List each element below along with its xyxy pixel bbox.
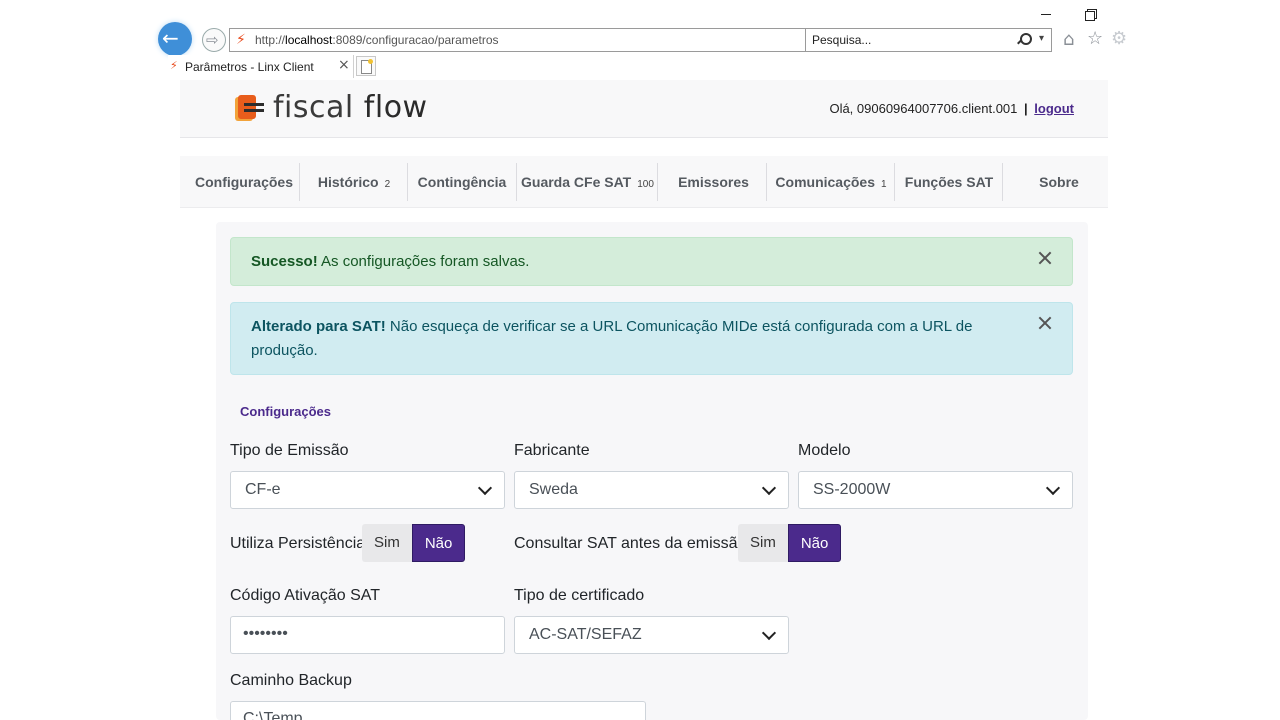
tipo-certificado-label: Tipo de certificado <box>514 587 645 604</box>
persistencia-nao-button[interactable]: Não <box>411 524 466 562</box>
success-alert: Sucesso! As configurações foram salvas. <box>230 237 1073 286</box>
new-tab-button[interactable] <box>356 56 376 76</box>
search-dropdown-icon[interactable]: ▾ <box>1039 33 1044 44</box>
config-card: Sucesso! As configurações foram salvas. … <box>216 222 1088 720</box>
home-icon[interactable]: ⌂ <box>1063 30 1074 50</box>
tipo-emissao-select[interactable]: CF-e <box>230 471 505 509</box>
minimize-window-button[interactable] <box>1040 8 1052 20</box>
chevron-down-icon <box>761 480 777 496</box>
nav-count-badge: 1 <box>881 179 887 190</box>
browser-tab-active[interactable]: ⚡ Parâmetros - Linx Client × <box>168 55 354 78</box>
user-greeting: Olá, 09060964007706.client.001 | logout <box>829 101 1074 116</box>
favorites-star-icon[interactable]: ☆ <box>1087 29 1103 49</box>
greeting-separator: | <box>1024 101 1028 116</box>
nav-item-guarda-cfe-sat[interactable]: Guarda CFe SAT 100 <box>521 164 654 200</box>
tipo-emissao-label: Tipo de Emissão <box>230 442 349 459</box>
browser-chrome: ⚡ http://localhost:8089/configuracao/par… <box>158 0 1128 78</box>
tipo-certificado-select[interactable]: AC-SAT/SEFAZ <box>514 616 789 654</box>
forward-button[interactable] <box>202 28 226 52</box>
main-nav: Configurações Histórico 2 Contingência Gu… <box>180 156 1108 208</box>
consultar-sat-toggle: Sim Não <box>738 524 842 562</box>
nav-count-badge: 100 <box>637 179 654 190</box>
search-placeholder: Pesquisa... <box>812 33 872 47</box>
nav-item-emissores[interactable]: Emissores <box>662 164 765 200</box>
modelo-select[interactable]: SS-2000W <box>798 471 1073 509</box>
tab-favicon-icon: ⚡ <box>170 59 178 72</box>
nav-item-contingencia[interactable]: Contingência <box>412 164 512 200</box>
nav-item-sobre[interactable]: Sobre <box>1028 164 1090 200</box>
tab-title: Parâmetros - Linx Client <box>185 60 314 74</box>
close-icon[interactable] <box>1038 316 1052 330</box>
caminho-backup-label: Caminho Backup <box>230 672 352 689</box>
info-alert: Alterado para SAT! Não esqueça de verifi… <box>230 302 1073 375</box>
nav-count-badge: 2 <box>384 179 391 190</box>
codigo-ativacao-label: Código Ativação SAT <box>230 587 381 604</box>
gear-icon[interactable]: ⚙ <box>1111 29 1127 49</box>
greeting-text: Olá, 09060964007706.client.001 <box>829 101 1018 116</box>
app-header: fiscal flow Olá, 09060964007706.client.0… <box>180 80 1108 138</box>
nav-item-configuracoes[interactable]: Configurações <box>194 164 294 200</box>
caminho-backup-input[interactable]: C:\Temp <box>230 701 646 720</box>
persistencia-sim-button[interactable]: Sim <box>362 524 412 562</box>
chevron-down-icon <box>761 625 777 641</box>
fabricante-label: Fabricante <box>514 442 590 459</box>
browser-search-box[interactable]: Pesquisa... ▾ <box>805 28 1052 52</box>
persistencia-label: Utiliza Persistência <box>230 535 366 552</box>
chevron-down-icon <box>477 480 493 496</box>
restore-window-button[interactable] <box>1084 8 1097 21</box>
tab-close-icon[interactable]: × <box>338 57 350 73</box>
nav-item-historico[interactable]: Histórico 2 <box>304 164 404 200</box>
fiscal-flow-logo-icon <box>235 95 265 123</box>
nav-item-comunicacoes[interactable]: Comunicações 1 <box>771 164 891 200</box>
consultar-sat-label: Consultar SAT antes da emissão <box>514 535 747 552</box>
address-url: http://localhost:8089/configuracao/param… <box>255 33 499 47</box>
nav-item-funcoes-sat[interactable]: Funções SAT <box>899 164 999 200</box>
back-button[interactable] <box>158 22 192 56</box>
info-alert-text: Alterado para SAT! Não esqueça de verifi… <box>251 318 973 359</box>
consultar-sat-sim-button[interactable]: Sim <box>738 524 788 562</box>
logout-link[interactable]: logout <box>1034 101 1074 116</box>
site-favicon-icon: ⚡ <box>236 32 246 48</box>
app-logo-text: fiscal flow <box>273 90 428 125</box>
fabricante-select[interactable]: Sweda <box>514 471 789 509</box>
modelo-label: Modelo <box>798 442 851 459</box>
persistencia-toggle: Sim Não <box>362 524 466 562</box>
close-icon[interactable] <box>1038 251 1052 265</box>
codigo-ativacao-input[interactable]: •••••••• <box>230 616 505 654</box>
chevron-down-icon <box>1045 480 1061 496</box>
search-icon[interactable] <box>1017 33 1032 45</box>
success-alert-text: Sucesso! As configurações foram salvas. <box>251 253 530 270</box>
section-title: Configurações <box>240 404 332 419</box>
consultar-sat-nao-button[interactable]: Não <box>787 524 842 562</box>
